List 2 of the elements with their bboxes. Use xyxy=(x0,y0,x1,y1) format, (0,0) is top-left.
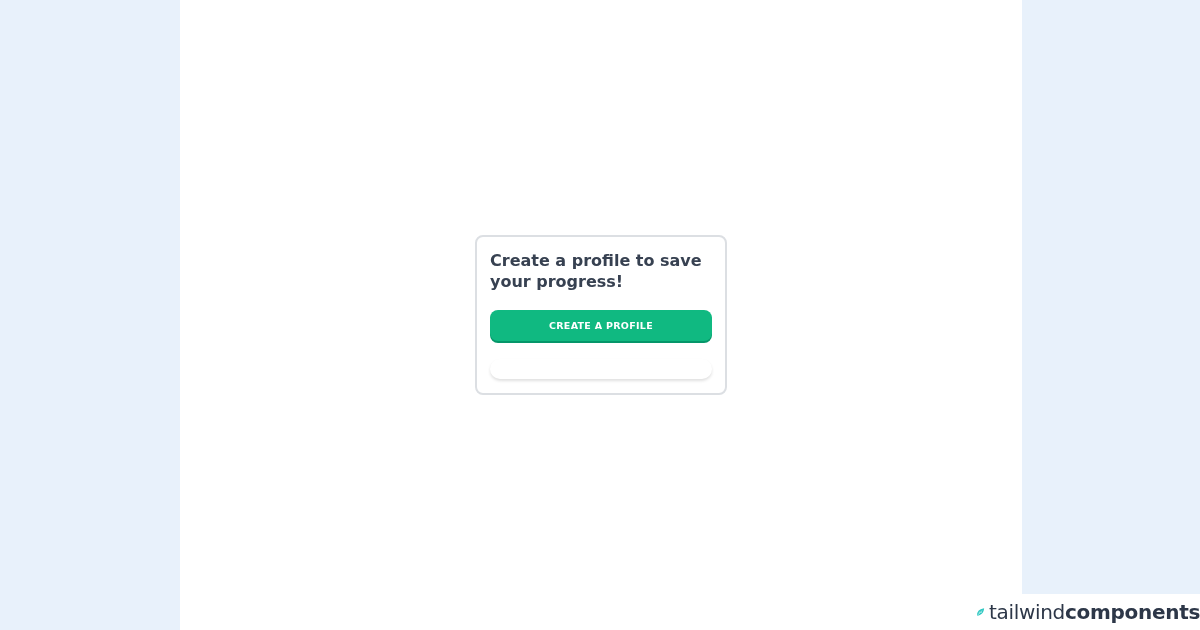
brand-logo[interactable]: tailwindcomponents xyxy=(988,600,1200,624)
card-title: Create a profile to save your progress! xyxy=(490,250,703,292)
